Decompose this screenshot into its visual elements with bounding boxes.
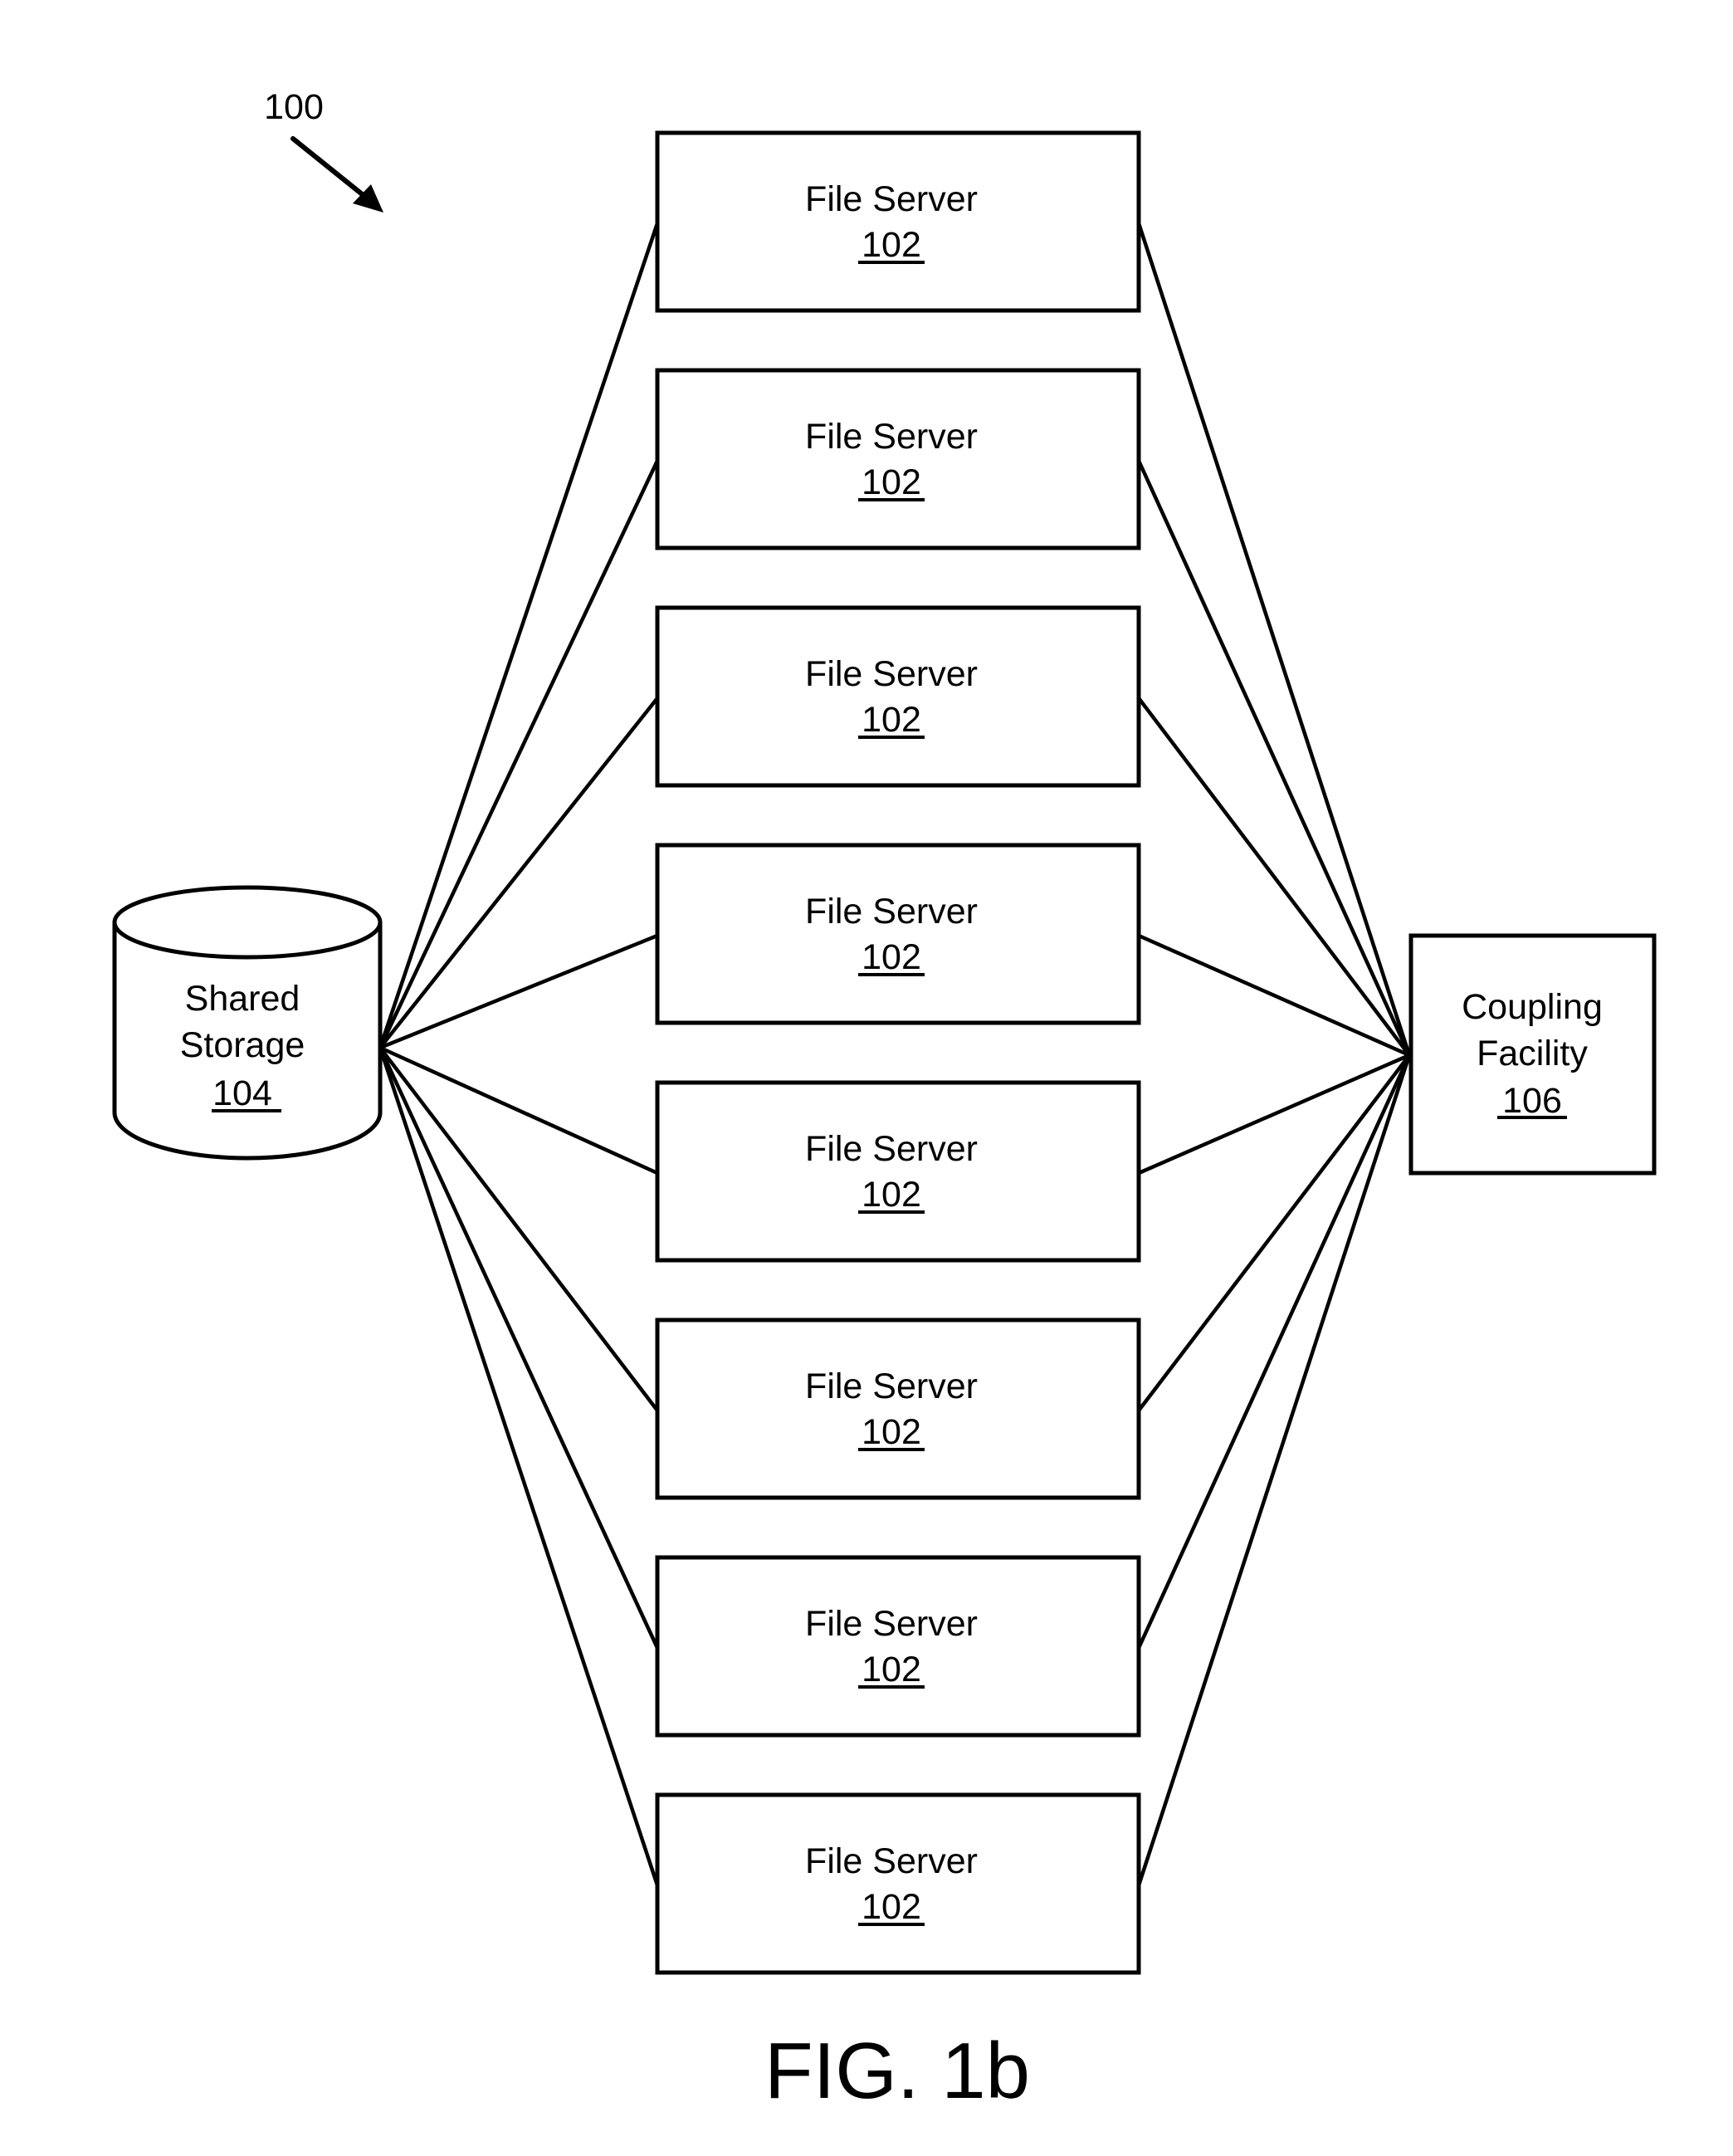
storage-ref: 104 bbox=[212, 1073, 272, 1113]
file-server-1[interactable]: File Server 102 bbox=[655, 130, 1141, 313]
file-server-ref: 102 bbox=[862, 1412, 921, 1452]
file-server-box bbox=[655, 1080, 1141, 1263]
server-7-to-coupling-link bbox=[1136, 1054, 1412, 1649]
storage-to-server-2-link bbox=[378, 460, 660, 1049]
file-server-4[interactable]: File Server 102 bbox=[655, 843, 1141, 1025]
file-server-label: File Server bbox=[805, 1129, 978, 1169]
file-server-7[interactable]: File Server 102 bbox=[655, 1555, 1141, 1738]
server-4-to-coupling-link bbox=[1138, 933, 1410, 1058]
file-server-6[interactable]: File Server 102 bbox=[655, 1318, 1141, 1500]
shared-storage-104[interactable]: Shared Storage 104 bbox=[112, 885, 383, 1161]
server-1-to-coupling-link bbox=[1136, 222, 1412, 1056]
file-server-label: File Server bbox=[805, 654, 978, 694]
file-server-box bbox=[655, 1792, 1141, 1975]
storage-label-line1: Shared bbox=[185, 979, 300, 1019]
file-server-ref: 102 bbox=[862, 462, 921, 502]
reference-arrow-shaft bbox=[290, 136, 372, 203]
storage-to-server-8-link bbox=[378, 1047, 660, 1886]
coupling-ref: 106 bbox=[1502, 1081, 1562, 1121]
coupling-label-line1: Coupling bbox=[1462, 987, 1603, 1027]
file-server-box bbox=[655, 843, 1141, 1025]
storage-to-server-1-link bbox=[378, 222, 660, 1049]
reference-label: 100 bbox=[264, 87, 324, 127]
storage-to-server-4-link bbox=[379, 933, 658, 1050]
storage-to-server-7-link bbox=[378, 1047, 660, 1649]
file-server-ref: 102 bbox=[862, 1887, 921, 1927]
figure-caption: FIG. 1b bbox=[764, 2026, 1030, 2115]
file-server-ref: 102 bbox=[862, 1175, 921, 1215]
file-server-5[interactable]: File Server 102 bbox=[655, 1080, 1141, 1263]
file-server-box bbox=[655, 605, 1141, 788]
file-server-label: File Server bbox=[805, 417, 978, 457]
storage-cylinder-top bbox=[112, 885, 383, 960]
file-server-box bbox=[655, 1318, 1141, 1500]
server-8-to-coupling-link bbox=[1136, 1054, 1412, 1886]
file-server-label: File Server bbox=[805, 1841, 978, 1881]
storage-to-server-5-link bbox=[379, 1045, 658, 1176]
file-server-box bbox=[655, 130, 1141, 313]
file-server-ref: 102 bbox=[862, 937, 921, 977]
server-5-to-coupling-link bbox=[1138, 1053, 1410, 1176]
file-server-box bbox=[655, 1555, 1141, 1738]
coupling-label-line2: Facility bbox=[1477, 1034, 1588, 1073]
storage-label-line2: Storage bbox=[180, 1025, 305, 1065]
file-server-ref: 102 bbox=[862, 225, 921, 265]
file-server-ref: 102 bbox=[862, 1650, 921, 1689]
file-server-label: File Server bbox=[805, 892, 978, 931]
file-server-ref: 102 bbox=[862, 700, 921, 740]
file-server-box bbox=[655, 368, 1141, 550]
file-server-2[interactable]: File Server 102 bbox=[655, 368, 1141, 550]
storage-to-server-6-link bbox=[378, 1046, 659, 1412]
file-server-label: File Server bbox=[805, 1366, 978, 1406]
server-2-to-coupling-link bbox=[1136, 460, 1412, 1056]
reference-100: 100 bbox=[264, 87, 383, 213]
figure-canvas: 100 Shared Storage 104 Coupling Facility… bbox=[112, 87, 1657, 2115]
file-server-column: File Server 102 File Server 102 File Ser… bbox=[655, 130, 1141, 1975]
server-3-to-coupling-link bbox=[1137, 697, 1411, 1057]
coupling-facility-106[interactable]: Coupling Facility 106 bbox=[1408, 933, 1657, 1176]
file-server-label: File Server bbox=[805, 1604, 978, 1644]
file-server-8[interactable]: File Server 102 bbox=[655, 1792, 1141, 1975]
file-server-3[interactable]: File Server 102 bbox=[655, 605, 1141, 788]
server-6-to-coupling-link bbox=[1137, 1054, 1411, 1412]
file-server-label: File Server bbox=[805, 179, 978, 219]
